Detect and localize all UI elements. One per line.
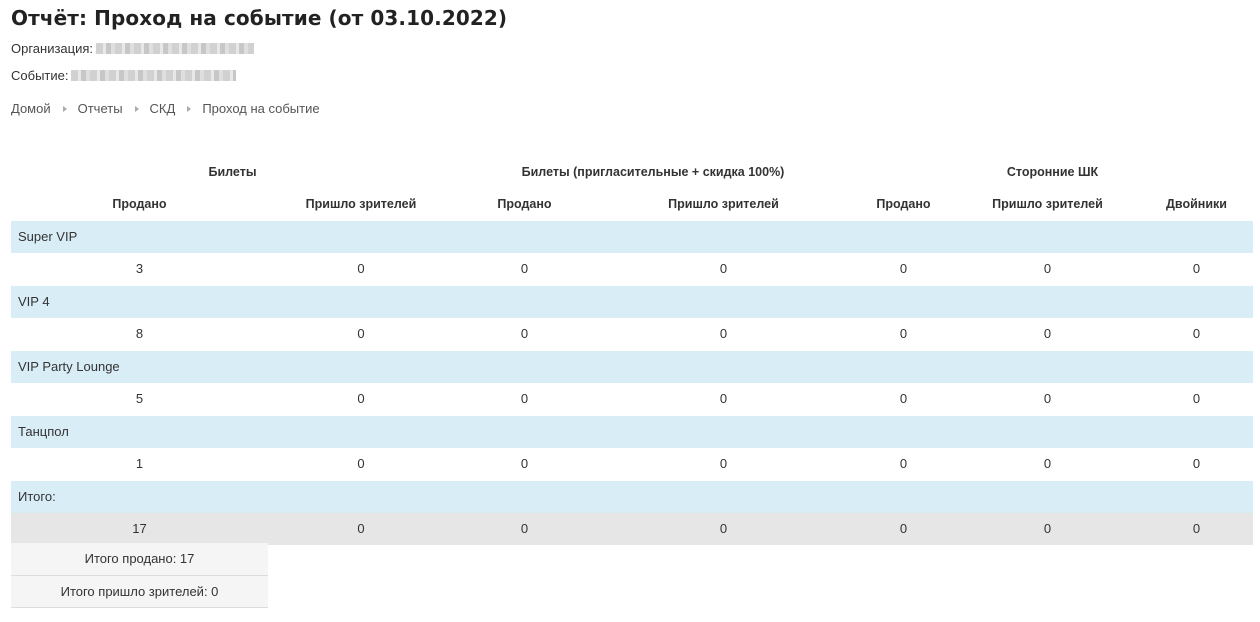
category-values-row: 5000000 — [11, 382, 1253, 415]
category-row: Super VIP — [11, 219, 1253, 253]
total-values-row: 17 0 0 0 0 0 0 — [11, 512, 1253, 545]
column-header: Двойники — [1166, 196, 1227, 211]
value-cell: 0 — [454, 447, 595, 480]
breadcrumb: Домой Отчеты СКД Проход на событие — [11, 101, 320, 116]
value-cell: 0 — [1140, 447, 1253, 480]
value-cell: 0 — [1140, 252, 1253, 285]
value-cell: 0 — [1140, 382, 1253, 415]
value-cell: 0 — [852, 382, 955, 415]
value-cell: 0 — [852, 252, 955, 285]
value-cell: 0 — [955, 382, 1140, 415]
value-cell: 0 — [595, 512, 852, 545]
value-cell: 0 — [454, 317, 595, 350]
column-header: Пришло зрителей — [992, 196, 1103, 211]
organization-line: Организация: — [11, 41, 255, 56]
category-name: Super VIP — [11, 219, 1253, 253]
column-header-row: Продано Пришло зрителей Продано Пришло з… — [11, 188, 1253, 220]
value-cell: 0 — [268, 317, 454, 350]
value-cell: 0 — [454, 382, 595, 415]
category-values-row: 1000000 — [11, 447, 1253, 480]
breadcrumb-home[interactable]: Домой — [11, 101, 51, 116]
page-title: Отчёт: Проход на событие (от 03.10.2022) — [11, 6, 508, 30]
column-header: Пришло зрителей — [668, 196, 779, 211]
category-row: VIP 4 — [11, 284, 1253, 318]
category-row: Танцпол — [11, 414, 1253, 448]
event-line: Событие: — [11, 68, 237, 83]
category-name: Танцпол — [11, 414, 1253, 448]
value-cell: 0 — [852, 447, 955, 480]
group-header-tickets: Билеты — [208, 164, 257, 179]
column-header: Продано — [876, 196, 931, 211]
value-cell: 0 — [955, 447, 1140, 480]
value-cell: 0 — [955, 317, 1140, 350]
category-row: VIP Party Lounge — [11, 349, 1253, 383]
summary-total-attended: Итого пришло зрителей: 0 — [11, 575, 268, 608]
value-cell: 8 — [11, 317, 268, 350]
column-header: Пришло зрителей — [305, 196, 417, 211]
report-page: Отчёт: Проход на событие (от 03.10.2022)… — [0, 0, 1260, 622]
value-cell: 0 — [268, 512, 454, 545]
organization-value-redacted — [96, 43, 255, 54]
breadcrumb-separator-icon — [62, 105, 67, 112]
value-cell: 0 — [955, 512, 1140, 545]
value-cell: 0 — [1140, 317, 1253, 350]
value-cell: 0 — [595, 317, 852, 350]
column-header: Продано — [497, 196, 552, 211]
breadcrumb-current: Проход на событие — [202, 101, 320, 116]
total-label: Итого: — [11, 479, 1253, 513]
summary-total-sold: Итого продано: 17 — [11, 543, 268, 576]
value-cell: 5 — [11, 382, 268, 415]
breadcrumb-separator-icon — [187, 105, 192, 112]
breadcrumb-reports[interactable]: Отчеты — [78, 101, 123, 116]
value-cell: 0 — [268, 382, 454, 415]
summary-box: Итого продано: 17 Итого пришло зрителей:… — [11, 543, 268, 608]
value-cell: 0 — [1140, 512, 1253, 545]
value-cell: 3 — [11, 252, 268, 285]
category-values-row: 3000000 — [11, 252, 1253, 285]
category-values-row: 8000000 — [11, 317, 1253, 350]
value-cell: 0 — [595, 382, 852, 415]
group-header-external-barcodes: Сторонние ШК — [1006, 164, 1099, 179]
breadcrumb-skd[interactable]: СКД — [150, 101, 176, 116]
column-header: Продано — [112, 196, 167, 211]
value-cell: 0 — [454, 252, 595, 285]
value-cell: 0 — [852, 512, 955, 545]
value-cell: 0 — [852, 317, 955, 350]
total-label-row: Итого: — [11, 479, 1253, 513]
value-cell: 0 — [454, 512, 595, 545]
value-cell: 0 — [268, 447, 454, 480]
event-label: Событие: — [11, 68, 69, 83]
attendance-table: Билеты Билеты (пригласительные + скидка … — [11, 155, 1253, 545]
organization-label: Организация: — [11, 41, 94, 56]
group-header-row: Билеты Билеты (пригласительные + скидка … — [11, 155, 1253, 188]
value-cell: 0 — [595, 252, 852, 285]
value-cell: 0 — [595, 447, 852, 480]
group-header-invitations: Билеты (пригласительные + скидка 100%) — [521, 164, 785, 179]
value-cell: 1 — [11, 447, 268, 480]
value-cell: 0 — [268, 252, 454, 285]
event-value-redacted — [71, 70, 237, 81]
value-cell: 17 — [11, 512, 268, 545]
category-name: VIP 4 — [11, 284, 1253, 318]
breadcrumb-separator-icon — [134, 105, 139, 112]
value-cell: 0 — [955, 252, 1140, 285]
category-name: VIP Party Lounge — [11, 349, 1253, 383]
